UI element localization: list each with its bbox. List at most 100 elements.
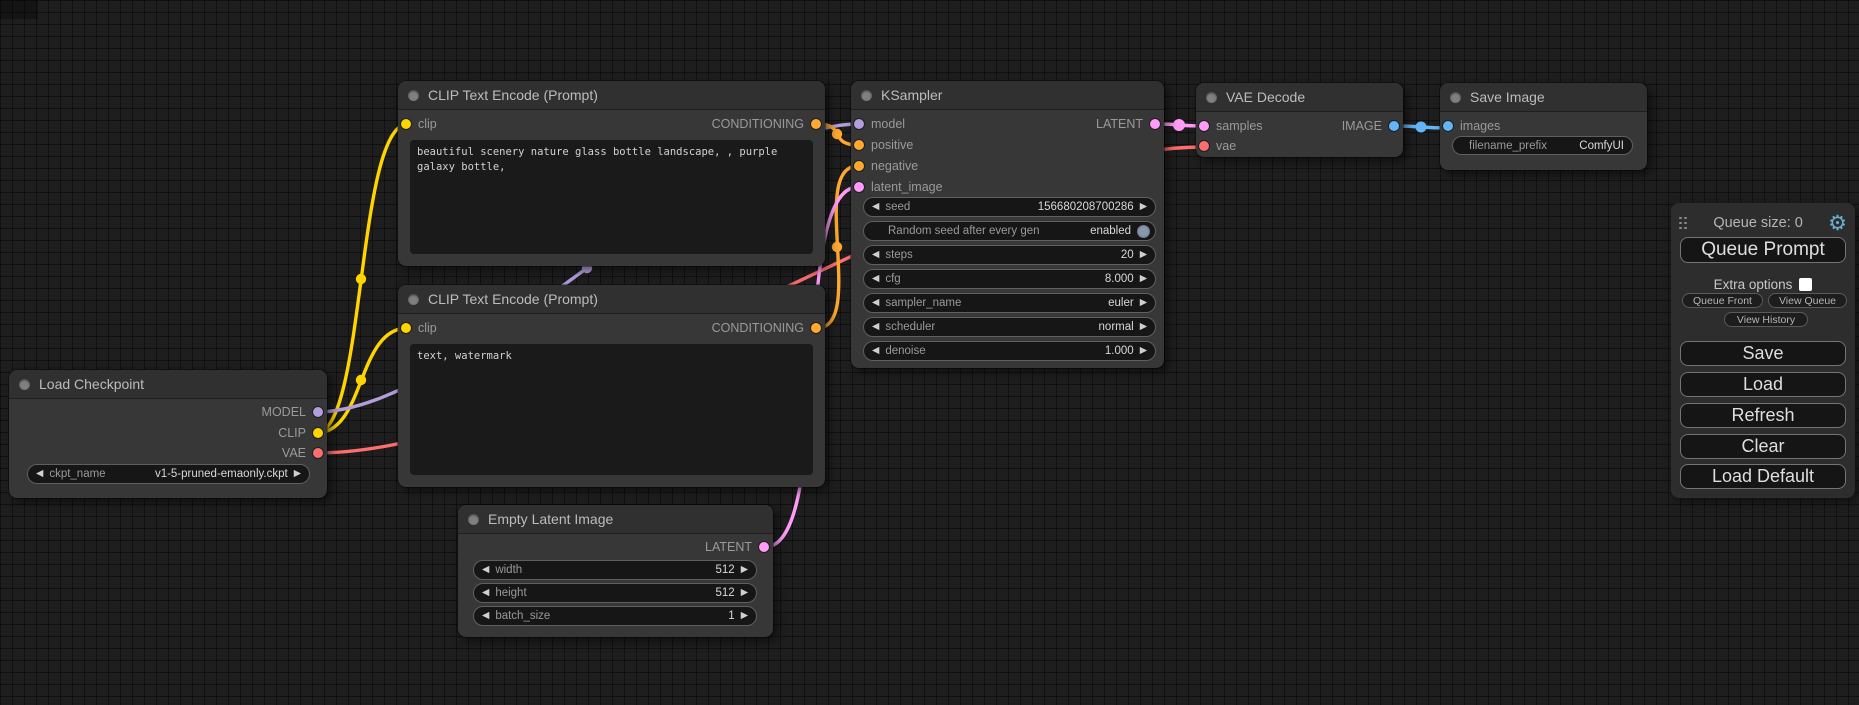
negative-prompt-textarea[interactable]: text, watermark [410, 344, 813, 475]
node-status-orb [408, 294, 419, 305]
link-midpoint-dot [356, 375, 366, 385]
node-load-checkpoint[interactable]: Load Checkpoint MODEL CLIP VAE ◀ ckpt_na… [9, 370, 327, 498]
widget-sampler-name[interactable]: ◀ sampler_name euler ▶ [863, 293, 1156, 313]
decrement-arrow-icon[interactable]: ◀ [872, 274, 879, 284]
queue-menu-panel: Queue size: 0 ⚙ Queue Prompt Extra optio… [1671, 203, 1855, 498]
extra-options-checkbox[interactable] [1799, 278, 1812, 291]
decrement-arrow-icon[interactable]: ◀ [872, 202, 879, 212]
input-port-clip: clip [401, 116, 437, 132]
widget-batch-size[interactable]: ◀ batch_size 1 ▶ [473, 606, 757, 626]
increment-arrow-icon[interactable]: ▶ [1140, 346, 1147, 356]
increment-arrow-icon[interactable]: ▶ [294, 469, 301, 479]
decrement-arrow-icon[interactable]: ◀ [482, 588, 489, 598]
port-dot-clip[interactable] [313, 428, 323, 438]
queue-panel-header: Queue size: 0 ⚙ [1679, 211, 1847, 235]
port-dot-vae[interactable] [1199, 141, 1209, 151]
widget-height[interactable]: ◀ height 512 ▶ [473, 583, 757, 603]
decrement-arrow-icon[interactable]: ◀ [872, 346, 879, 356]
port-dot-conditioning[interactable] [854, 140, 864, 150]
increment-arrow-icon[interactable]: ▶ [1140, 322, 1147, 332]
queue-front-button[interactable]: Queue Front [1682, 293, 1763, 308]
port-dot-conditioning[interactable] [811, 323, 821, 333]
link-midpoint-dot [1173, 119, 1185, 131]
node-empty-latent-image[interactable]: Empty Latent Image LATENT ◀ width 512 ▶ … [458, 505, 773, 637]
extra-options-row: Extra options [1671, 275, 1855, 293]
positive-prompt-textarea[interactable]: beautiful scenery nature glass bottle la… [410, 140, 813, 254]
widget-cfg[interactable]: ◀ cfg 8.000 ▶ [863, 269, 1156, 289]
node-title-bar: Load Checkpoint [9, 370, 327, 399]
node-ksampler[interactable]: KSampler model positive negative latent_… [851, 81, 1164, 368]
widget-filename-prefix[interactable]: filename_prefix ComfyUI [1452, 136, 1633, 155]
widget-steps[interactable]: ◀ steps 20 ▶ [863, 245, 1156, 265]
increment-arrow-icon[interactable]: ▶ [1140, 298, 1147, 308]
port-dot-conditioning[interactable] [854, 161, 864, 171]
node-clip-text-encode-positive[interactable]: CLIP Text Encode (Prompt) clip CONDITION… [398, 81, 825, 266]
input-port-model: model [854, 116, 905, 132]
node-clip-text-encode-negative[interactable]: CLIP Text Encode (Prompt) clip CONDITION… [398, 285, 825, 487]
node-title: Save Image [1470, 89, 1545, 105]
increment-arrow-icon[interactable]: ▶ [1140, 274, 1147, 284]
widget-width[interactable]: ◀ width 512 ▶ [473, 560, 757, 580]
node-status-orb [468, 514, 479, 525]
output-port-vae: VAE [282, 445, 323, 461]
output-port-latent: LATENT [1096, 116, 1160, 132]
port-dot-clip[interactable] [401, 323, 411, 333]
queue-prompt-button[interactable]: Queue Prompt [1680, 237, 1846, 263]
node-title-bar: KSampler [851, 81, 1164, 110]
node-title: Empty Latent Image [488, 511, 613, 527]
decrement-arrow-icon[interactable]: ◀ [482, 611, 489, 621]
output-port-latent: LATENT [705, 539, 769, 555]
input-port-latent-image: latent_image [854, 179, 943, 195]
increment-arrow-icon[interactable]: ▶ [741, 588, 748, 598]
decrement-arrow-icon[interactable]: ◀ [872, 250, 879, 260]
node-save-image[interactable]: Save Image images filename_prefix ComfyU… [1440, 83, 1647, 170]
node-title: CLIP Text Encode (Prompt) [428, 87, 598, 103]
node-status-orb [861, 90, 872, 101]
clear-button[interactable]: Clear [1680, 434, 1846, 459]
widget-scheduler[interactable]: ◀ scheduler normal ▶ [863, 317, 1156, 337]
port-dot-latent[interactable] [1150, 119, 1160, 129]
port-dot-image[interactable] [1389, 121, 1399, 131]
decrement-arrow-icon[interactable]: ◀ [482, 565, 489, 575]
increment-arrow-icon[interactable]: ▶ [1140, 250, 1147, 260]
port-dot-image[interactable] [1443, 121, 1453, 131]
widget-ckpt-name[interactable]: ◀ ckpt_name v1-5-pruned-emaonly.ckpt ▶ [27, 464, 310, 484]
increment-arrow-icon[interactable]: ▶ [1140, 202, 1147, 212]
drag-handle-icon[interactable] [1679, 217, 1688, 230]
increment-arrow-icon[interactable]: ▶ [741, 611, 748, 621]
save-button[interactable]: Save [1680, 341, 1846, 366]
view-history-button[interactable]: View History [1724, 312, 1808, 327]
port-dot-conditioning[interactable] [811, 119, 821, 129]
refresh-button[interactable]: Refresh [1680, 403, 1846, 428]
decrement-arrow-icon[interactable]: ◀ [872, 298, 879, 308]
node-vae-decode[interactable]: VAE Decode samples vae IMAGE [1196, 83, 1403, 157]
load-button[interactable]: Load [1680, 372, 1846, 397]
toggle-dot[interactable] [1137, 225, 1150, 238]
port-dot-clip[interactable] [401, 119, 411, 129]
node-title: CLIP Text Encode (Prompt) [428, 291, 598, 307]
link-midpoint-dot [356, 274, 366, 284]
view-queue-button[interactable]: View Queue [1768, 293, 1847, 308]
port-dot-model[interactable] [313, 407, 323, 417]
port-dot-latent[interactable] [1199, 121, 1209, 131]
settings-gear-icon[interactable]: ⚙ [1828, 213, 1847, 234]
port-dot-latent[interactable] [854, 182, 864, 192]
decrement-arrow-icon[interactable]: ◀ [872, 322, 879, 332]
widget-denoise[interactable]: ◀ denoise 1.000 ▶ [863, 341, 1156, 361]
port-dot-model[interactable] [854, 119, 864, 129]
load-default-button[interactable]: Load Default [1680, 464, 1846, 489]
input-port-negative: negative [854, 158, 918, 174]
decrement-arrow-icon[interactable]: ◀ [36, 469, 43, 479]
port-dot-vae[interactable] [313, 448, 323, 458]
widget-random-seed-toggle[interactable]: Random seed after every gen enabled [863, 221, 1156, 241]
link-midpoint-dot [1416, 122, 1427, 133]
queue-size-label: Queue size: 0 [1688, 215, 1828, 231]
node-title-bar: VAE Decode [1196, 83, 1403, 112]
node-status-orb [408, 90, 419, 101]
widget-seed[interactable]: ◀ seed 156680208700286 ▶ [863, 197, 1156, 217]
node-graph-canvas[interactable]: Load Checkpoint MODEL CLIP VAE ◀ ckpt_na… [0, 0, 1859, 705]
increment-arrow-icon[interactable]: ▶ [741, 565, 748, 575]
link-midpoint-dot [832, 242, 842, 252]
node-title-bar: Save Image [1440, 83, 1647, 112]
port-dot-latent[interactable] [759, 542, 769, 552]
